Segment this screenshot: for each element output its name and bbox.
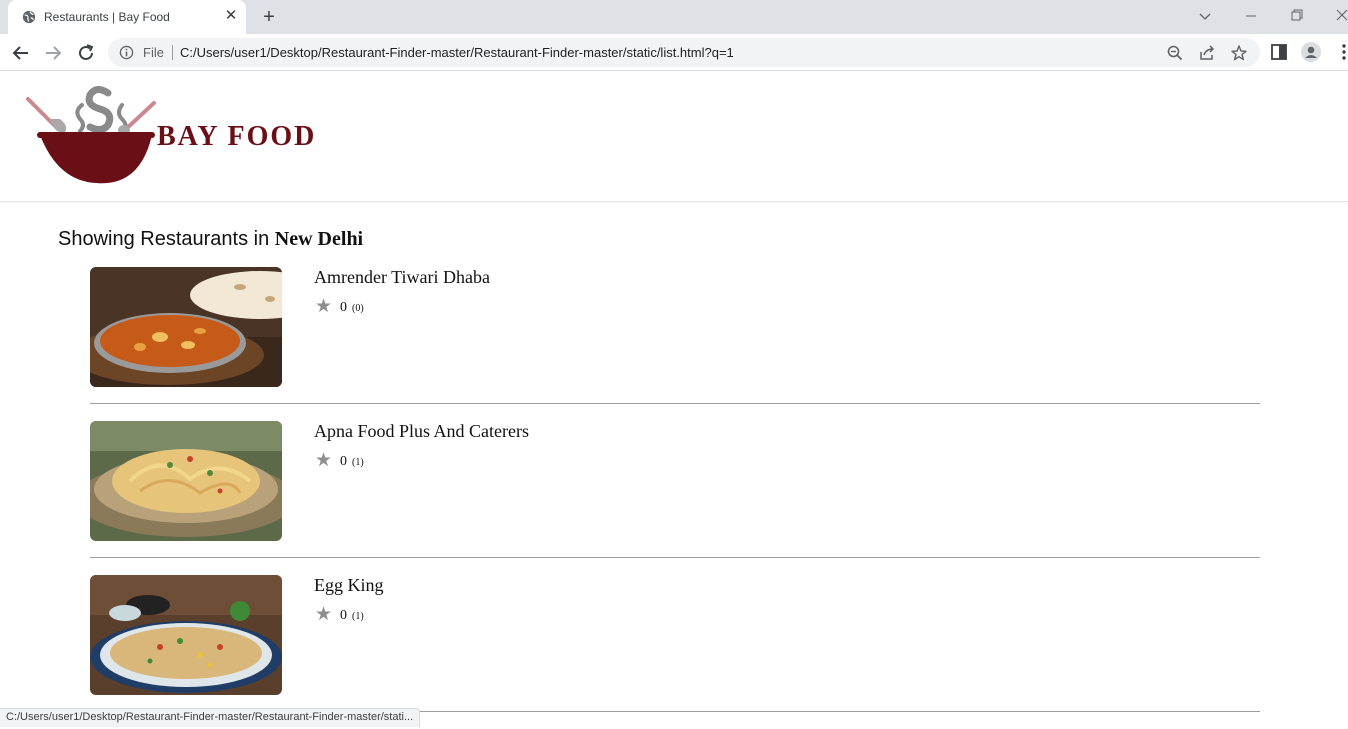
review-count: (1) — [352, 611, 364, 622]
restaurant-thumbnail-paneer[interactable] — [90, 267, 282, 387]
tab-restaurants[interactable]: Restaurants | Bay Food ✕ — [8, 0, 246, 34]
zoom-icon[interactable] — [1166, 44, 1184, 62]
minimize-icon[interactable] — [1240, 6, 1262, 26]
page-content: BAY FOOD Showing Restaurants in New Delh… — [0, 71, 1348, 727]
restaurant-card[interactable]: Amrender Tiwari Dhaba ★ 0 (0) — [90, 267, 1260, 421]
card-divider — [90, 557, 1260, 558]
rating-star-icon: ★ — [315, 450, 333, 471]
tab-strip: Restaurants | Bay Food ✕ + — [0, 0, 1348, 34]
restaurant-card[interactable]: Egg King ★ 0 (1) — [90, 575, 1260, 729]
new-tab-button[interactable]: + — [258, 6, 280, 28]
restaurant-name[interactable]: Egg King — [314, 575, 384, 596]
close-window-icon[interactable] — [1331, 6, 1348, 26]
tab-search-chevron-icon[interactable] — [1194, 6, 1216, 26]
profile-avatar-icon[interactable] — [1301, 42, 1321, 62]
restaurant-thumbnail-fried-rice[interactable] — [90, 575, 282, 695]
tab-close-icon[interactable]: ✕ — [223, 8, 239, 24]
address-bar[interactable]: File C:/Users/user1/Desktop/Restaurant-F… — [108, 38, 1260, 67]
site-header: BAY FOOD — [0, 71, 1348, 202]
url-text[interactable]: C:/Users/user1/Desktop/Restaurant-Finder… — [180, 45, 734, 60]
listing-heading: Showing Restaurants in New Delhi — [58, 228, 363, 251]
scheme-label: File — [143, 45, 164, 60]
rating-value: 0 — [340, 608, 347, 623]
listing-heading-prefix: Showing Restaurants in — [58, 228, 275, 250]
forward-arrow-icon[interactable] — [41, 41, 65, 65]
tab-title: Restaurants | Bay Food — [44, 10, 170, 24]
review-count: (0) — [352, 303, 364, 314]
reload-icon[interactable] — [74, 41, 98, 65]
brand-name[interactable]: BAY FOOD — [157, 121, 316, 153]
restaurant-name[interactable]: Apna Food Plus And Caterers — [314, 421, 529, 442]
back-arrow-icon[interactable] — [9, 41, 33, 65]
globe-icon — [22, 10, 36, 24]
bookmark-star-icon[interactable] — [1230, 44, 1248, 62]
menu-dots-icon[interactable] — [1334, 42, 1348, 62]
status-bar-url: C:/Users/user1/Desktop/Restaurant-Finder… — [0, 708, 421, 727]
restore-icon[interactable] — [1286, 6, 1308, 26]
rating-value: 0 — [340, 454, 347, 469]
restaurant-card[interactable]: Apna Food Plus And Caterers ★ 0 (1) — [90, 421, 1260, 575]
rating-star-icon: ★ — [315, 604, 333, 625]
info-icon[interactable] — [119, 45, 134, 60]
bay-food-logo-icon[interactable] — [24, 83, 164, 187]
restaurant-thumbnail-noodles[interactable] — [90, 421, 282, 541]
share-icon[interactable] — [1198, 44, 1216, 62]
side-panel-icon[interactable] — [1269, 42, 1289, 62]
browser-toolbar: File C:/Users/user1/Desktop/Restaurant-F… — [0, 34, 1348, 71]
listing-city: New Delhi — [274, 228, 364, 250]
rating-star-icon: ★ — [315, 296, 333, 317]
rating-value: 0 — [340, 300, 347, 315]
restaurant-name[interactable]: Amrender Tiwari Dhaba — [314, 267, 490, 288]
omnibox-divider — [172, 45, 173, 60]
review-count: (1) — [352, 457, 364, 468]
card-divider — [90, 403, 1260, 404]
